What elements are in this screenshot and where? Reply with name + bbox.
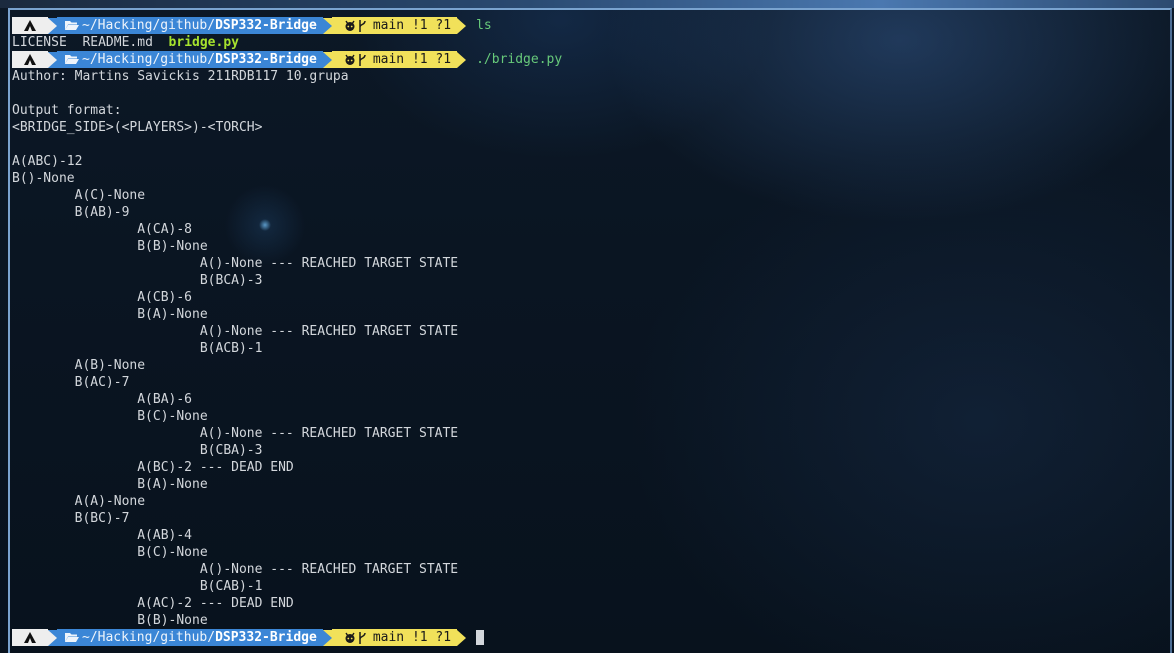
output-line: A(CB)-6 <box>12 290 193 305</box>
output-line: B(B)-None <box>12 239 208 254</box>
powerline-separator <box>322 629 332 646</box>
shell-prompt: ~/Hacking/github/DSP332-Bridge main !1 ?1… <box>12 51 1162 68</box>
powerline-separator <box>48 17 57 34</box>
output-line: B(C)-None <box>12 409 208 424</box>
powerline-separator <box>48 629 57 646</box>
prompt-git-branch: main !1 ?1 <box>372 52 452 67</box>
prompt-path-dir: DSP332-Bridge <box>215 52 317 67</box>
prompt-path-segment: ~/Hacking/github/DSP332-Bridge <box>57 629 323 646</box>
output-line: B()-None <box>12 171 75 186</box>
ls-output: LICENSE README.md bridge.py <box>12 34 1162 51</box>
powerline-separator <box>322 51 332 68</box>
prompt-path-segment: ~/Hacking/github/DSP332-Bridge <box>57 17 323 34</box>
powerline-separator <box>322 17 332 34</box>
output-line: B(ACB)-1 <box>12 341 263 356</box>
prompt-path-prefix: ~/Hacking/github/ <box>82 630 216 645</box>
git-branch-icon <box>359 631 366 644</box>
powerline-separator <box>48 51 57 68</box>
output-line: A(AB)-4 <box>12 528 193 543</box>
output-line: Output format: <box>12 103 122 118</box>
output-line: B(A)-None <box>12 477 208 492</box>
folder-open-icon <box>65 633 79 642</box>
shell-prompt: ~/Hacking/github/DSP332-Bridge main !1 ?1 <box>12 629 1162 646</box>
arch-linux-icon <box>24 54 36 65</box>
prompt-path-dir: DSP332-Bridge <box>215 630 317 645</box>
powerline-separator <box>457 17 467 34</box>
output-line: A()-None --- REACHED TARGET STATE <box>12 256 459 271</box>
output-line: B(C)-None <box>12 545 208 560</box>
output-line: A(CA)-8 <box>12 222 193 237</box>
output-line: B(CBA)-3 <box>12 443 263 458</box>
output-line: A()-None --- REACHED TARGET STATE <box>12 562 459 577</box>
shell-command: ls <box>476 18 492 33</box>
output-line: <BRIDGE_SIDE>(<PLAYERS>)-<TORCH> <box>12 120 263 135</box>
output-line: A(AC)-2 --- DEAD END <box>12 596 294 611</box>
powerline-separator <box>457 51 467 68</box>
git-branch-icon <box>359 19 366 32</box>
file-entry: LICENSE <box>12 35 83 50</box>
prompt-os-segment <box>12 51 48 68</box>
output-line: A(BC)-2 --- DEAD END <box>12 460 294 475</box>
arch-linux-icon <box>24 632 36 643</box>
output-line: Author: Martins Savickis 211RDB117 10.gr… <box>12 69 349 84</box>
prompt-os-segment <box>12 629 48 646</box>
terminal-output[interactable]: ~/Hacking/github/DSP332-Bridge main !1 ?1… <box>12 17 1162 646</box>
prompt-path-segment: ~/Hacking/github/DSP332-Bridge <box>57 51 323 68</box>
output-line: B(AB)-9 <box>12 205 130 220</box>
output-line: A(BA)-6 <box>12 392 193 407</box>
file-entry: README.md <box>82 35 169 50</box>
output-line: B(CAB)-1 <box>12 579 263 594</box>
folder-open-icon <box>65 55 79 64</box>
git-branch-icon <box>359 53 366 66</box>
github-icon <box>345 54 355 65</box>
arch-linux-icon <box>24 20 36 31</box>
folder-open-icon <box>65 21 79 30</box>
output-line: A(B)-None <box>12 358 146 373</box>
prompt-path-dir: DSP332-Bridge <box>215 18 317 33</box>
output-line: B(AC)-7 <box>12 375 130 390</box>
output-line: A(A)-None <box>12 494 146 509</box>
output-line: B(B)-None <box>12 613 208 628</box>
prompt-path-prefix: ~/Hacking/github/ <box>82 18 216 33</box>
output-line: A(C)-None <box>12 188 146 203</box>
prompt-os-segment <box>12 17 48 34</box>
prompt-git-branch: main !1 ?1 <box>372 630 452 645</box>
shell-prompt: ~/Hacking/github/DSP332-Bridge main !1 ?1… <box>12 17 1162 34</box>
output-line: B(A)-None <box>12 307 208 322</box>
output-line: B(BCA)-3 <box>12 273 263 288</box>
desktop-top-bar <box>0 0 1174 8</box>
prompt-git-segment: main !1 ?1 <box>331 51 458 68</box>
shell-command: ./bridge.py <box>476 52 563 67</box>
prompt-git-segment: main !1 ?1 <box>331 629 458 646</box>
prompt-git-branch: main !1 ?1 <box>372 18 452 33</box>
output-line: A(ABC)-12 <box>12 154 83 169</box>
prompt-path-prefix: ~/Hacking/github/ <box>82 52 216 67</box>
output-line: A()-None --- REACHED TARGET STATE <box>12 426 459 441</box>
terminal-cursor[interactable] <box>476 630 485 645</box>
output-line: A()-None --- REACHED TARGET STATE <box>12 324 459 339</box>
github-icon <box>345 20 355 31</box>
output-line: B(BC)-7 <box>12 511 130 526</box>
github-icon <box>345 632 355 643</box>
prompt-git-segment: main !1 ?1 <box>331 17 458 34</box>
powerline-separator <box>457 629 467 646</box>
file-entry-executable: bridge.py <box>168 35 239 50</box>
